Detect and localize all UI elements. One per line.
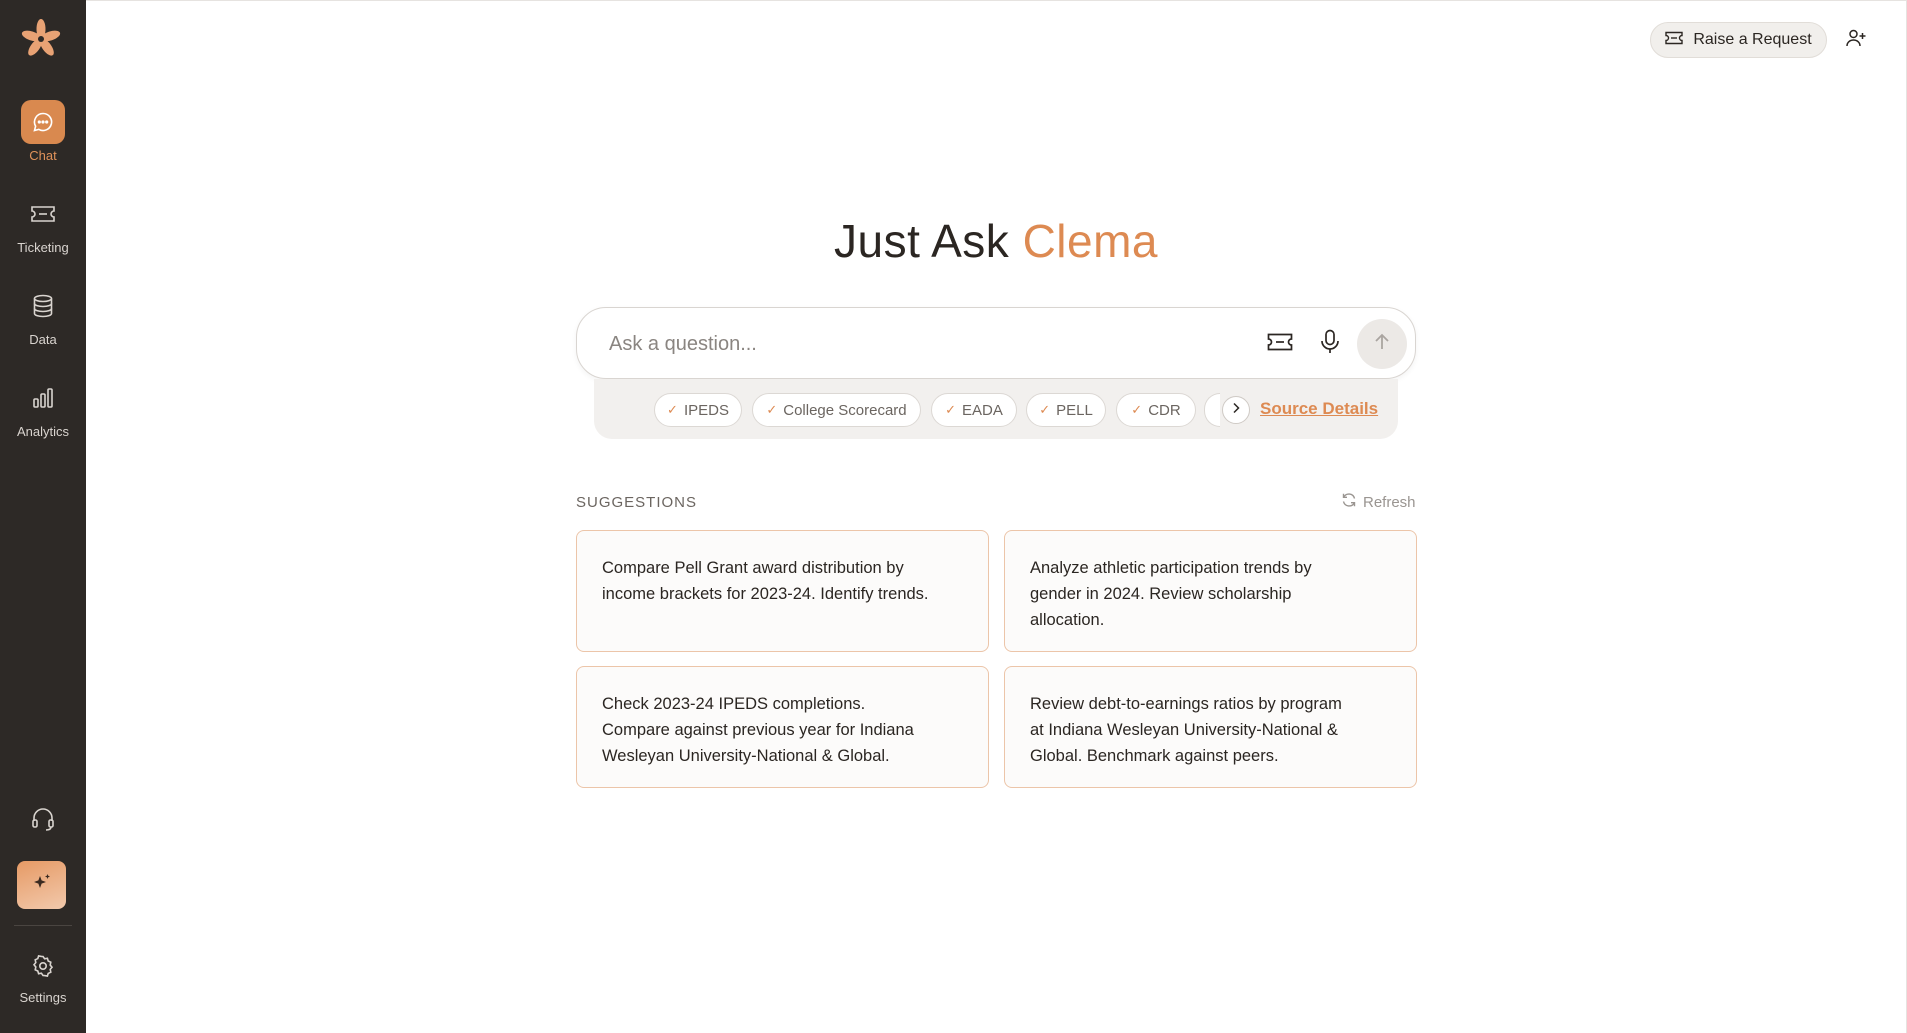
ticket-icon [1267,332,1293,357]
sidebar-item-label: Data [29,332,57,347]
source-details-link[interactable]: Source Details [1260,399,1378,419]
sidebar-item-ticketing[interactable]: Ticketing [0,192,86,255]
source-chip-cdr[interactable]: ✓ CDR [1116,393,1196,427]
check-icon: ✓ [766,402,778,417]
source-chip-label: College Scorecard [783,401,907,419]
search-box [576,307,1416,379]
ai-sparkle-button[interactable] [17,861,66,909]
source-chip-label: EADA [962,401,1003,419]
suggestion-card[interactable]: Review debt-to-earnings ratios by progra… [1004,666,1417,788]
raise-ticket-button[interactable] [1265,330,1295,358]
sidebar-item-data[interactable]: Data [0,284,86,347]
suggestion-card[interactable]: Analyze athletic participation trends by… [1004,530,1417,652]
sidebar: Chat Ticketing Data Analytics Settings [0,0,86,1033]
sidebar-item-label: Chat [29,148,57,163]
chat-bubble-icon [21,100,65,144]
microphone-button[interactable] [1315,328,1345,360]
check-icon: ✓ [1039,402,1051,417]
check-icon: ✓ [945,402,957,417]
sources-bar: ✓ IPEDS ✓ College Scorecard ✓ EADA ✓ PEL… [594,379,1398,439]
suggestion-text: Check 2023-24 IPEDS completions. Compare… [602,695,914,765]
sidebar-divider [14,925,72,926]
search-input[interactable] [609,330,1249,358]
raise-request-label: Raise a Request [1693,31,1812,48]
user-plus-icon [1845,27,1867,54]
ticket-icon [21,192,65,236]
check-icon: ✓ [667,402,678,417]
suggestion-card[interactable]: Check 2023-24 IPEDS completions. Compare… [576,666,989,788]
bar-chart-icon [21,376,65,420]
refresh-button[interactable]: Refresh [1341,492,1416,512]
gear-icon [21,946,65,986]
chevron-right-icon [1231,401,1241,419]
sidebar-item-chat[interactable]: Chat [0,100,86,163]
add-user-button[interactable] [1840,24,1872,56]
source-chip-overflow [1204,393,1220,427]
refresh-icon [1341,492,1357,512]
raise-request-button[interactable]: Raise a Request [1650,22,1827,58]
source-chip-label: CDR [1148,401,1181,419]
source-chip-pell[interactable]: ✓ PELL [1026,393,1106,427]
microphone-icon [1320,329,1340,360]
title-accent: Clema [1022,215,1158,267]
ticket-icon [1665,31,1684,50]
headset-support-icon[interactable] [17,797,69,841]
arrow-up-icon [1373,333,1391,356]
source-chip-eada[interactable]: ✓ EADA [931,393,1017,427]
suggestion-text: Analyze athletic participation trends by… [1030,559,1312,629]
sparkle-icon [31,872,53,899]
sidebar-item-label: Analytics [16,424,70,439]
sidebar-item-settings[interactable]: Settings [0,946,86,1005]
sources-scroll-right-button[interactable] [1222,396,1250,424]
title-prefix: Just Ask [833,215,1010,267]
page-title: Just Ask Clema [576,214,1416,268]
sidebar-item-analytics[interactable]: Analytics [0,376,86,439]
top-border [86,0,1907,1]
source-chip-label: IPEDS [683,401,729,419]
sidebar-item-label: Settings [19,990,67,1005]
sidebar-item-label: Ticketing [17,240,69,255]
suggestion-text: Review debt-to-earnings ratios by progra… [1030,695,1342,765]
source-chip-ipeds[interactable]: ✓ IPEDS [654,393,742,427]
suggestion-card[interactable]: Compare Pell Grant award distribution by… [576,530,989,652]
send-button[interactable] [1357,319,1407,369]
suggestion-text: Compare Pell Grant award distribution by… [602,559,929,603]
source-chip-college-scorecard[interactable]: ✓ College Scorecard [752,393,921,427]
database-icon [21,284,65,328]
suggestions-heading: SUGGESTIONS [576,494,698,511]
clema-logo-icon[interactable] [20,18,62,60]
refresh-label: Refresh [1363,493,1416,511]
check-icon: ✓ [1131,402,1143,417]
source-chip-label: PELL [1056,401,1093,419]
